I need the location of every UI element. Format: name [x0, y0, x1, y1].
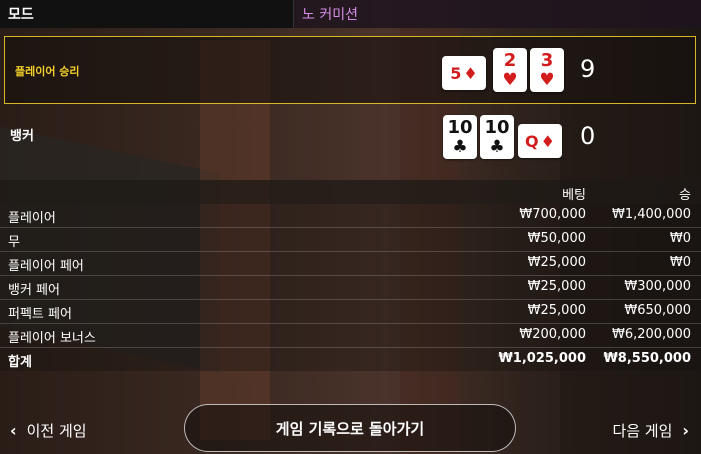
card-rank: 3: [540, 50, 554, 71]
bet-type: 뱅커 페어: [8, 283, 60, 298]
player-card-1: 5 ♦: [442, 56, 486, 90]
bet-type: 퍼펙트 페어: [8, 307, 72, 322]
card-rank: 2: [503, 50, 517, 71]
bet-amount: ₩25,000: [527, 255, 586, 270]
back-to-history-button[interactable]: 게임 기록으로 돌아가기: [184, 404, 516, 452]
bet-type: 플레이어: [8, 211, 56, 226]
card-suit-club-icon: ♣: [452, 137, 468, 157]
bet-amount: ₩700,000: [519, 207, 586, 222]
previous-game-label: 이전 게임: [26, 422, 87, 440]
win-column-header: 승: [679, 188, 691, 203]
bet-column-header: 베팅: [562, 188, 586, 203]
card-suit-diamond-icon: ♦: [463, 63, 478, 83]
win-amount: ₩1,400,000: [611, 207, 691, 222]
banker-card-2: 10 ♣: [480, 115, 514, 159]
player-card-3: 3 ♥: [530, 48, 564, 92]
player-card-2: 2 ♥: [493, 48, 527, 92]
table-row: 무 ₩50,000 ₩0: [0, 228, 701, 252]
bet-type: 플레이어 보너스: [8, 331, 96, 346]
next-game-label: 다음 게임: [612, 422, 673, 440]
bet-amount: ₩200,000: [519, 327, 586, 342]
card-rank: 10: [447, 117, 473, 138]
card-suit-diamond-icon: ♦: [540, 131, 555, 151]
bet-amount: ₩25,000: [527, 303, 586, 318]
banker-label: 뱅커: [10, 129, 34, 144]
banker-score: 0: [580, 122, 596, 150]
win-amount: ₩300,000: [624, 279, 691, 294]
card-suit-heart-icon: ♥: [539, 70, 555, 90]
card-suit-club-icon: ♣: [489, 137, 505, 157]
win-amount: ₩6,200,000: [611, 327, 691, 342]
footer-nav: ‹ 이전 게임 게임 기록으로 돌아가기 다음 게임 ›: [0, 404, 701, 454]
next-game-button[interactable]: 다음 게임 ›: [612, 420, 689, 441]
bet-type: 무: [8, 235, 20, 250]
card-rank: Q: [525, 131, 539, 151]
bet-results-table: 베팅 승 플레이어 ₩700,000 ₩1,400,000 무 ₩50,000 …: [0, 180, 701, 371]
back-to-history-label: 게임 기록으로 돌아가기: [275, 419, 425, 438]
card-rank: 5: [450, 63, 462, 83]
win-amount: ₩650,000: [624, 303, 691, 318]
mode-label: 모드: [0, 0, 293, 28]
table-header: 베팅 승: [0, 180, 701, 204]
table-row: 플레이어 보너스 ₩200,000 ₩6,200,000: [0, 324, 701, 348]
win-amount: ₩0: [669, 255, 691, 270]
mode-value: 노 커미션: [293, 0, 701, 28]
total-label: 합계: [8, 355, 32, 370]
chevron-right-icon: ›: [682, 421, 689, 440]
bet-amount: ₩25,000: [527, 279, 586, 294]
mode-bar: 모드 노 커미션: [0, 0, 701, 28]
player-result-label: 플레이어 승리: [15, 65, 80, 78]
banker-card-3: Q ♦: [518, 124, 562, 158]
card-suit-heart-icon: ♥: [502, 70, 518, 90]
table-row: 퍼펙트 페어 ₩25,000 ₩650,000: [0, 300, 701, 324]
banker-card-1: 10 ♣: [443, 115, 477, 159]
win-amount: ₩0: [669, 231, 691, 246]
previous-game-button[interactable]: ‹ 이전 게임: [10, 420, 87, 441]
bet-type: 플레이어 페어: [8, 259, 84, 274]
total-win-amount: ₩8,550,000: [603, 351, 691, 366]
table-row: 플레이어 페어 ₩25,000 ₩0: [0, 252, 701, 276]
table-total-row: 합계 ₩1,025,000 ₩8,550,000: [0, 348, 701, 371]
chevron-left-icon: ‹: [10, 421, 17, 440]
player-score: 9: [580, 55, 596, 83]
table-row: 뱅커 페어 ₩25,000 ₩300,000: [0, 276, 701, 300]
card-rank: 10: [484, 117, 510, 138]
table-row: 플레이어 ₩700,000 ₩1,400,000: [0, 204, 701, 228]
total-bet-amount: ₩1,025,000: [498, 351, 586, 366]
bet-amount: ₩50,000: [527, 231, 586, 246]
